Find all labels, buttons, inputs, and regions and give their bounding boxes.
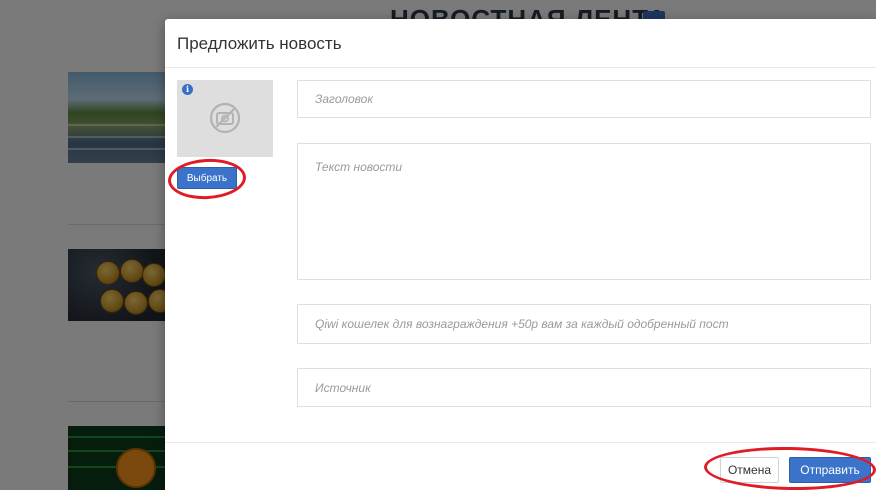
cancel-button[interactable]: Отмена	[720, 457, 779, 483]
info-icon[interactable]: i	[182, 84, 193, 95]
no-image-icon	[209, 102, 241, 134]
modal-footer: Отмена Отправить	[165, 442, 876, 490]
news-text-input[interactable]	[297, 143, 871, 280]
modal-title: Предложить новость	[177, 34, 342, 53]
modal-header: Предложить новость	[165, 19, 876, 68]
suggest-news-modal: Предложить новость i Выбрать Отмена Отпр…	[165, 19, 876, 490]
send-button[interactable]: Отправить	[789, 457, 871, 483]
qiwi-wallet-input[interactable]	[297, 304, 871, 344]
news-title-input[interactable]	[297, 80, 871, 118]
image-preview: i	[177, 80, 273, 157]
choose-image-button[interactable]: Выбрать	[177, 167, 237, 189]
source-input[interactable]	[297, 368, 871, 407]
